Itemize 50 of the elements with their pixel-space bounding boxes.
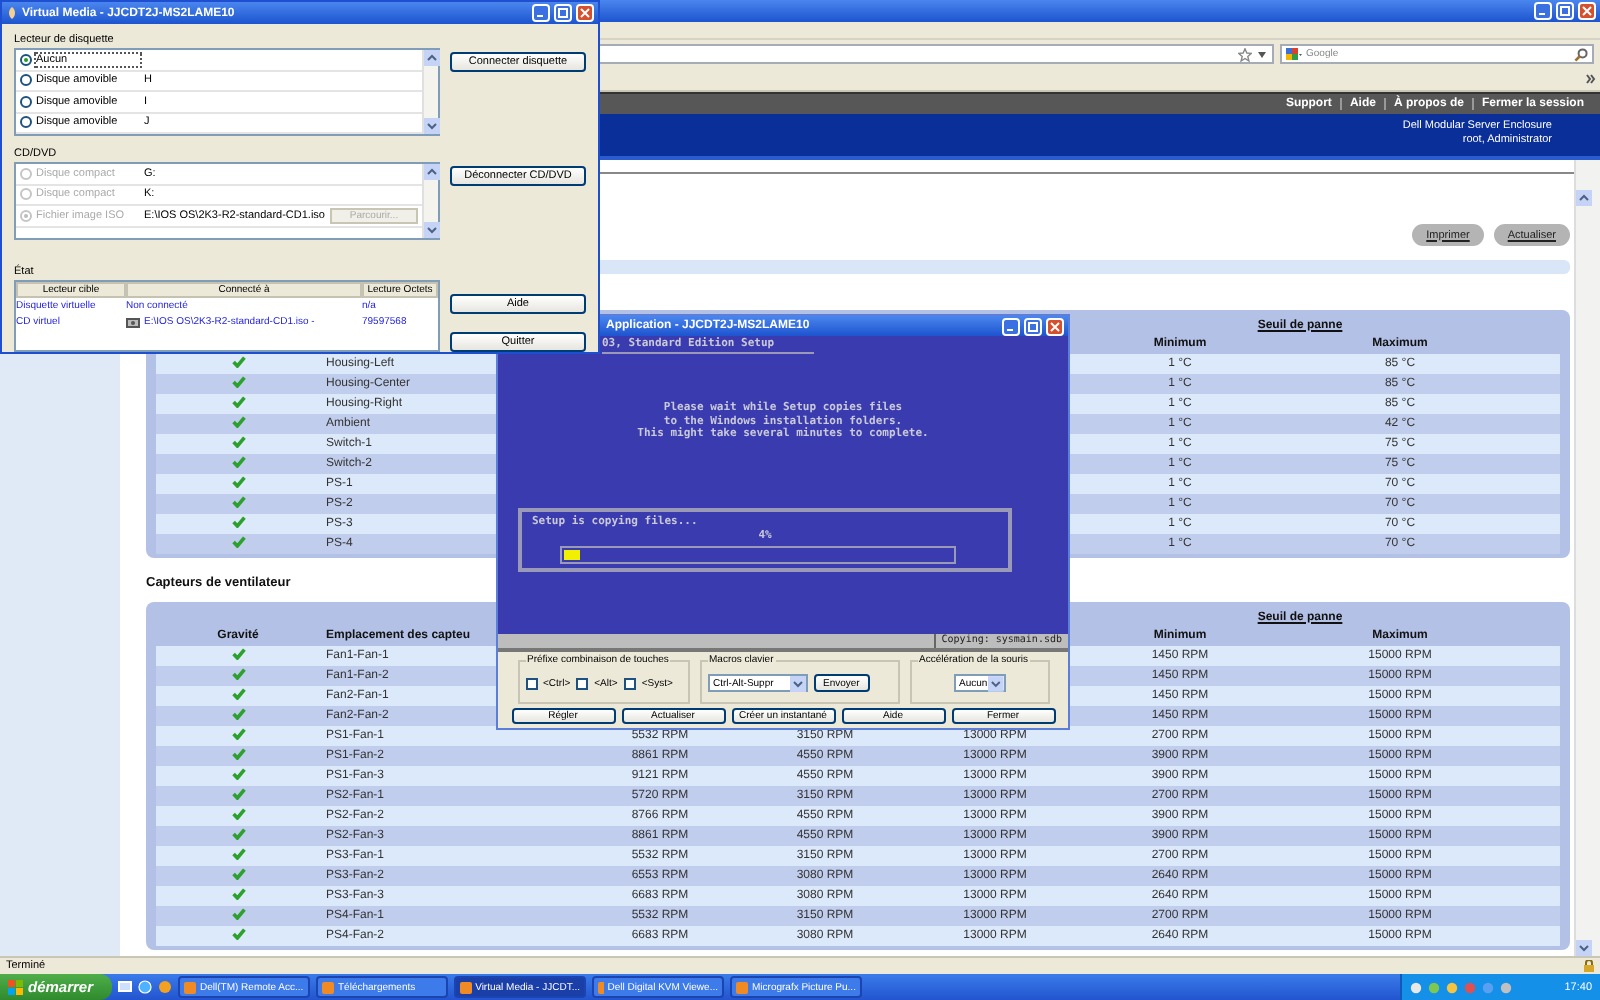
app-icon [598,981,604,993]
scroll-up-icon[interactable] [424,50,440,66]
drive-icon [126,316,140,328]
caret-icon[interactable] [789,675,805,691]
media-icon[interactable] [158,980,172,994]
maximize-icon [558,8,568,18]
scrollbar[interactable] [422,50,438,134]
logo-icon [1286,47,1302,61]
close-button[interactable] [1046,317,1064,335]
chevron-icon[interactable] [1586,74,1596,84]
caret-icon[interactable] [987,675,1003,691]
app-icon [322,981,334,993]
scroll-down-icon[interactable] [1576,940,1592,956]
maximize-icon [1028,321,1038,331]
radio-button[interactable] [20,53,32,66]
radio-button[interactable] [20,95,32,108]
globe-icon[interactable] [138,980,152,994]
maximize-button[interactable] [554,4,572,22]
scrollbar[interactable] [1574,160,1600,956]
app-icon [6,6,18,20]
scrollbar[interactable] [422,164,438,238]
dropdown-icon[interactable] [1258,51,1266,57]
flag-icon [8,979,24,995]
scroll-up-icon[interactable] [424,164,440,180]
maximize-button[interactable] [1024,317,1042,335]
maximize-icon [1560,6,1570,16]
close-icon [1050,321,1060,331]
close-icon [580,8,590,18]
close-button[interactable] [576,4,594,22]
app-icon [460,981,472,993]
radio-button[interactable] [20,116,32,129]
scroll-down-icon[interactable] [424,118,440,134]
star-icon[interactable] [1238,47,1252,61]
desktop-icon[interactable] [118,980,132,994]
checkbox[interactable] [623,677,636,689]
scroll-down-icon[interactable] [424,222,440,238]
maximize-button[interactable] [1556,2,1574,20]
minimize-button[interactable] [1534,2,1552,20]
minimize-button[interactable] [1002,317,1020,335]
checkbox[interactable] [576,677,589,689]
app-icon [184,981,196,993]
close-icon [1582,6,1592,16]
lock-icon [1584,960,1594,972]
scroll-up-icon[interactable] [1576,190,1592,206]
search-icon[interactable] [1574,47,1588,61]
radio-button[interactable] [20,74,32,87]
app-icon [736,981,748,993]
checkbox[interactable] [525,677,537,689]
close-button[interactable] [1578,2,1596,20]
minimize-button[interactable] [532,4,550,22]
